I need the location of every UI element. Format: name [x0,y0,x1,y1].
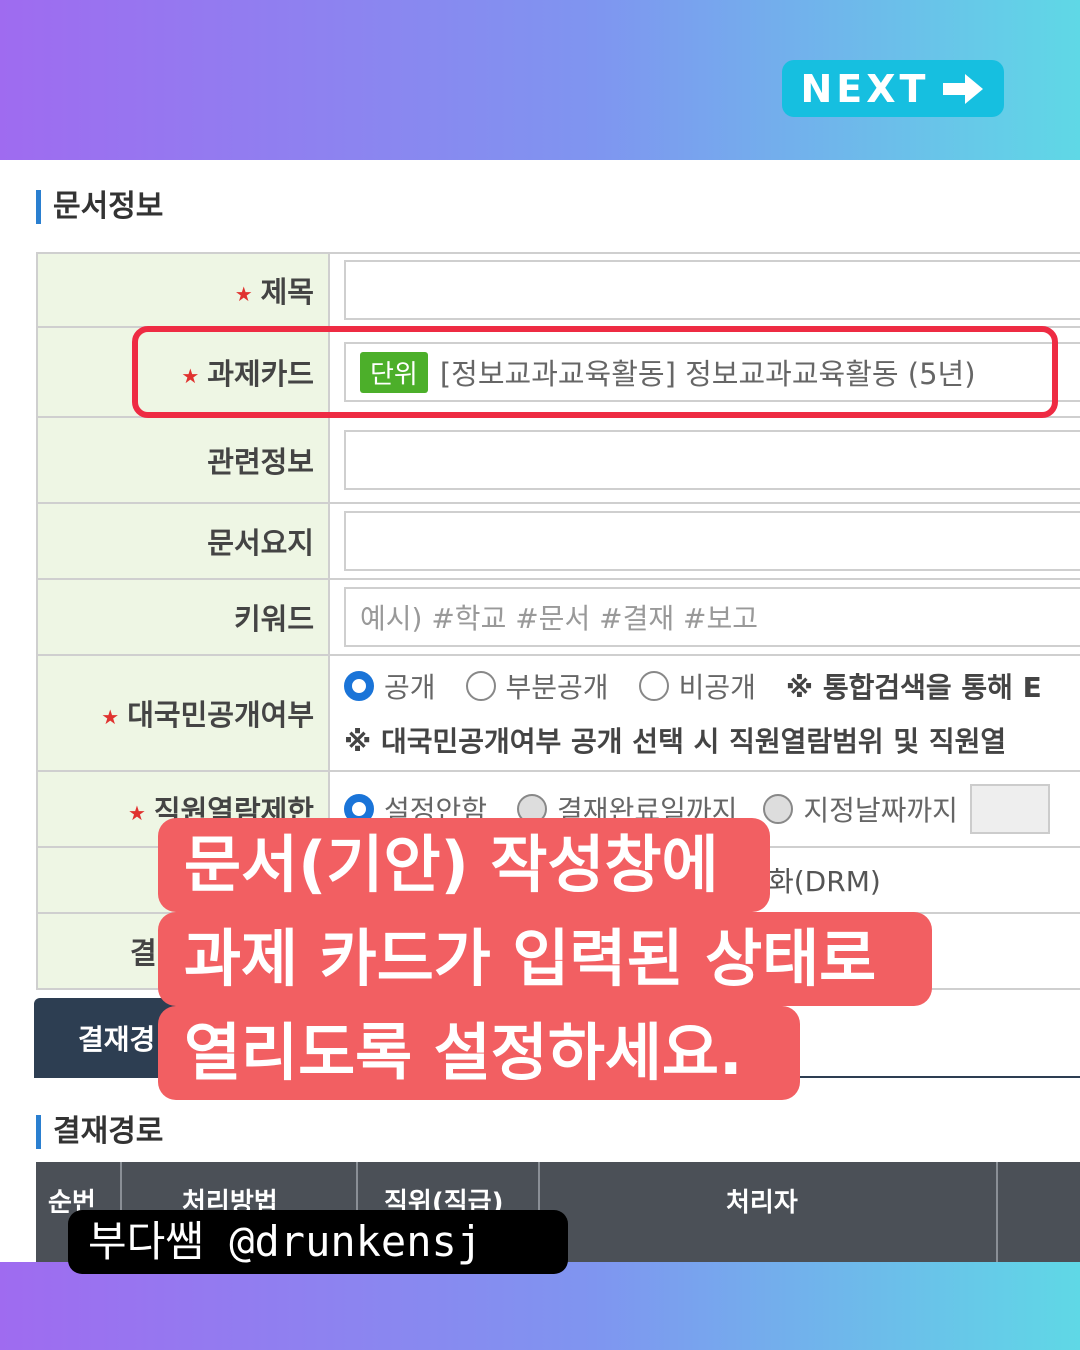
caption-line-2: 과제 카드가 입력된 상태로 [158,912,932,1006]
author-handle: 부다쌤 @drunkensj [68,1210,568,1274]
title-input[interactable] [344,260,1080,320]
radio-partial[interactable] [465,671,496,701]
label-related-info: 관련정보 [36,416,330,504]
label-keyword: 키워드 [36,578,330,656]
label-public: ★ 대국민공개여부 [36,654,330,772]
keyword-input[interactable]: 예시) #학교 #문서 #결재 #보고 [344,587,1080,647]
section-title-doc-info: 문서정보 [36,190,163,224]
radio-public[interactable] [344,671,374,701]
next-label: NEXT [800,66,930,111]
caption-line-3: 열리도록 설정하세요. [158,1006,800,1100]
search-note: ※ 통합검색을 통해 E [785,671,1042,704]
required-marker: ★ [234,282,253,306]
public-note: ※ 대국민공개여부 공개 선택 시 직원열람범위 및 직원열 [344,725,1007,758]
required-marker: ★ [127,801,146,825]
caption-line-1: 문서(기안) 작성창에 [158,818,770,912]
label-summary: 문서요지 [36,502,330,580]
public-options: 공개 부분공개 비공개 ※ 통합검색을 통해 E [344,666,1080,706]
required-marker: ★ [101,705,120,729]
date-field[interactable] [969,784,1050,834]
section-title-route: 결재경로 [36,1115,163,1149]
radio-private[interactable] [638,671,669,701]
task-card-highlight [132,326,1058,418]
bottom-gradient-band [0,1262,1080,1350]
arrow-right-icon [943,73,984,104]
radio-until-date[interactable] [763,794,794,824]
label-title: ★ 제목 [36,252,330,328]
related-info-input[interactable] [344,430,1080,490]
col-handler: 처리자 [726,1188,798,1218]
next-button[interactable]: NEXT [782,60,1004,117]
summary-input[interactable] [344,511,1080,571]
